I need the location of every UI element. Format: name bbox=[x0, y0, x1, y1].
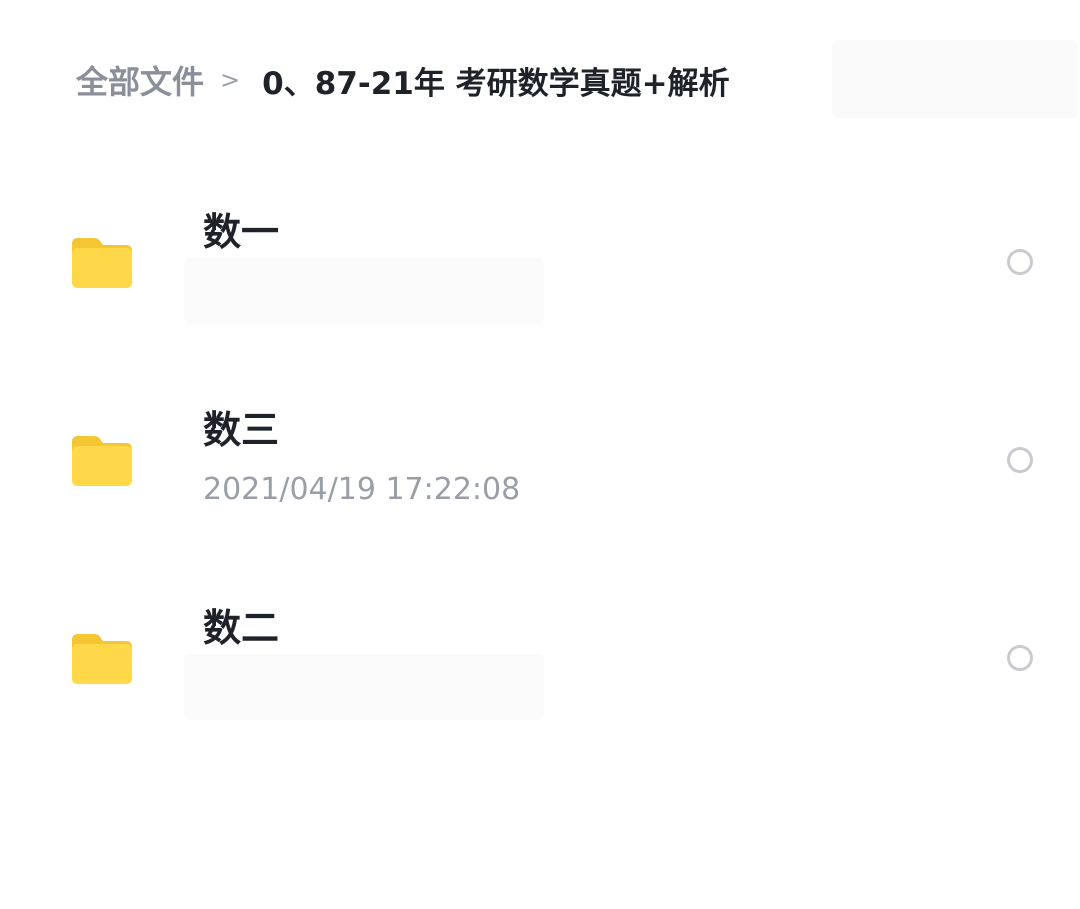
file-modified-time: 2021/04/19 17:22:08 bbox=[203, 472, 521, 507]
file-name: 数三 bbox=[203, 408, 280, 452]
folder-icon bbox=[72, 238, 132, 288]
select-radio[interactable] bbox=[1007, 249, 1033, 275]
file-meta-obscured bbox=[184, 258, 544, 324]
select-radio[interactable] bbox=[1007, 447, 1033, 473]
breadcrumb-root-all-files[interactable]: 全部文件 bbox=[76, 57, 204, 103]
file-row-shu-yi[interactable]: 数一 bbox=[0, 164, 1080, 362]
header-obscured-region bbox=[832, 40, 1078, 118]
file-meta-obscured bbox=[184, 654, 544, 720]
folder-icon bbox=[72, 436, 132, 486]
file-name: 数一 bbox=[203, 210, 280, 254]
file-row-shu-er[interactable]: 数二 bbox=[0, 560, 1080, 758]
breadcrumb-current-folder: 0、87-21年 考研数学真题+解析 bbox=[262, 65, 730, 102]
breadcrumb-separator: > bbox=[220, 66, 241, 94]
file-list: 数一 数三 2021/04/19 17:22:08 数二 bbox=[0, 164, 1080, 758]
breadcrumb: 全部文件 > 0、87-21年 考研数学真题+解析 bbox=[76, 56, 730, 104]
select-radio[interactable] bbox=[1007, 645, 1033, 671]
file-name: 数二 bbox=[203, 606, 280, 650]
folder-icon bbox=[72, 634, 132, 684]
file-row-shu-san[interactable]: 数三 2021/04/19 17:22:08 bbox=[0, 362, 1080, 560]
